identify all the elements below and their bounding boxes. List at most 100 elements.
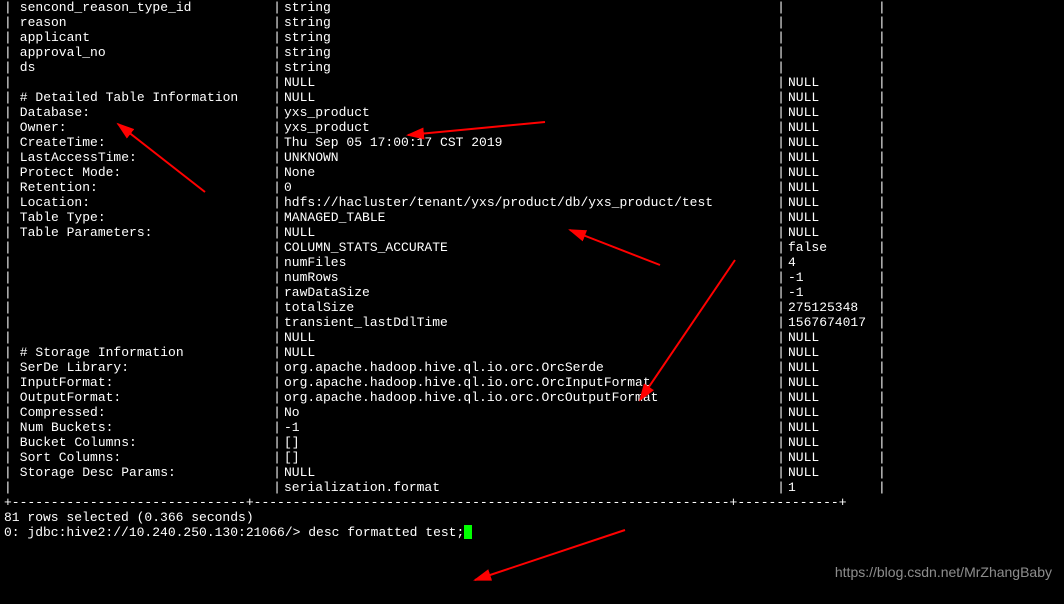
table-row: | Storage Desc Params:|NULL|NULL| (4, 465, 886, 480)
col-name: InputFormat: (12, 375, 270, 390)
table-row: ||serialization.format|1| (4, 480, 886, 495)
col-name: ds (12, 60, 270, 75)
terminal-output: | sencond_reason_type_id|string||| reaso… (0, 0, 890, 540)
col-comment: NULL (788, 165, 878, 180)
col-value: string (284, 45, 774, 60)
table-row: | Table Parameters:|NULL|NULL| (4, 225, 886, 240)
col-name: OutputFormat: (12, 390, 270, 405)
col-comment: NULL (788, 450, 878, 465)
col-value: COLUMN_STATS_ACCURATE (284, 240, 774, 255)
col-comment: NULL (788, 135, 878, 150)
table-row: | approval_no|string|| (4, 45, 886, 60)
table-row: | # Detailed Table Information|NULL|NULL… (4, 90, 886, 105)
col-value: string (284, 60, 774, 75)
table-row: | ds|string|| (4, 60, 886, 75)
col-value: NULL (284, 330, 774, 345)
col-comment: 1567674017 (788, 315, 878, 330)
col-value: string (284, 0, 774, 15)
col-name: Num Buckets: (12, 420, 270, 435)
col-comment: NULL (788, 390, 878, 405)
col-comment: NULL (788, 75, 878, 90)
col-name: Compressed: (12, 405, 270, 420)
col-value: rawDataSize (284, 285, 774, 300)
col-name: Protect Mode: (12, 165, 270, 180)
col-comment: NULL (788, 420, 878, 435)
col-value: MANAGED_TABLE (284, 210, 774, 225)
table-row: | Database:|yxs_product|NULL| (4, 105, 886, 120)
table-row: | Table Type:|MANAGED_TABLE|NULL| (4, 210, 886, 225)
col-name: # Storage Information (12, 345, 270, 360)
col-value: NULL (284, 225, 774, 240)
table-row: ||NULL|NULL| (4, 75, 886, 90)
col-value: numRows (284, 270, 774, 285)
col-value: NULL (284, 465, 774, 480)
col-comment: NULL (788, 330, 878, 345)
col-name: Location: (12, 195, 270, 210)
col-comment: NULL (788, 375, 878, 390)
col-value: org.apache.hadoop.hive.ql.io.orc.OrcSerd… (284, 360, 774, 375)
col-comment: NULL (788, 405, 878, 420)
table-row: | CreateTime:|Thu Sep 05 17:00:17 CST 20… (4, 135, 886, 150)
prompt-line[interactable]: 0: jdbc:hive2://10.240.250.130:21066/> d… (4, 525, 886, 540)
col-comment: -1 (788, 270, 878, 285)
col-comment: 1 (788, 480, 878, 495)
command-input[interactable]: desc formatted test; (308, 525, 464, 540)
col-value: No (284, 405, 774, 420)
col-value: totalSize (284, 300, 774, 315)
col-name: Storage Desc Params: (12, 465, 270, 480)
col-name: sencond_reason_type_id (12, 0, 270, 15)
col-name: reason (12, 15, 270, 30)
col-value: NULL (284, 90, 774, 105)
col-comment: NULL (788, 105, 878, 120)
table-row: ||numFiles|4| (4, 255, 886, 270)
table-row: | LastAccessTime:|UNKNOWN|NULL| (4, 150, 886, 165)
col-value: None (284, 165, 774, 180)
col-comment: NULL (788, 210, 878, 225)
table-row: | Retention:|0|NULL| (4, 180, 886, 195)
col-name: # Detailed Table Information (12, 90, 270, 105)
col-value: hdfs://hacluster/tenant/yxs/product/db/y… (284, 195, 774, 210)
col-value: numFiles (284, 255, 774, 270)
col-value: serialization.format (284, 480, 774, 495)
table-row: | sencond_reason_type_id|string|| (4, 0, 886, 15)
table-row: ||transient_lastDdlTime|1567674017| (4, 315, 886, 330)
table-row: | Sort Columns:|[]|NULL| (4, 450, 886, 465)
col-value: 0 (284, 180, 774, 195)
col-comment: 4 (788, 255, 878, 270)
col-comment: NULL (788, 465, 878, 480)
table-row: | Num Buckets:|-1|NULL| (4, 420, 886, 435)
col-name: Retention: (12, 180, 270, 195)
col-value: [] (284, 450, 774, 465)
col-comment: NULL (788, 345, 878, 360)
col-name: Database: (12, 105, 270, 120)
col-name: Bucket Columns: (12, 435, 270, 450)
col-comment: NULL (788, 225, 878, 240)
col-name: applicant (12, 30, 270, 45)
col-comment: 275125348 (788, 300, 878, 315)
status-line: 81 rows selected (0.366 seconds) (4, 510, 886, 525)
col-name: Table Parameters: (12, 225, 270, 240)
col-value: -1 (284, 420, 774, 435)
col-name: LastAccessTime: (12, 150, 270, 165)
table-row: | InputFormat:|org.apache.hadoop.hive.ql… (4, 375, 886, 390)
col-value: NULL (284, 75, 774, 90)
col-value: yxs_product (284, 120, 774, 135)
col-value: transient_lastDdlTime (284, 315, 774, 330)
watermark-text: https://blog.csdn.net/MrZhangBaby (835, 565, 1052, 580)
table-separator: +------------------------------+--------… (4, 495, 886, 510)
col-comment: NULL (788, 150, 878, 165)
col-value: UNKNOWN (284, 150, 774, 165)
col-value: string (284, 30, 774, 45)
col-name: CreateTime: (12, 135, 270, 150)
col-comment: NULL (788, 435, 878, 450)
col-value: string (284, 15, 774, 30)
col-value: NULL (284, 345, 774, 360)
prompt-prefix: 0: jdbc:hive2://10.240.250.130:21066/> (4, 525, 308, 540)
col-name: Owner: (12, 120, 270, 135)
table-row: | applicant|string|| (4, 30, 886, 45)
col-name: approval_no (12, 45, 270, 60)
table-row: | SerDe Library:|org.apache.hadoop.hive.… (4, 360, 886, 375)
table-row: ||totalSize|275125348| (4, 300, 886, 315)
table-row: ||numRows|-1| (4, 270, 886, 285)
col-comment: -1 (788, 285, 878, 300)
